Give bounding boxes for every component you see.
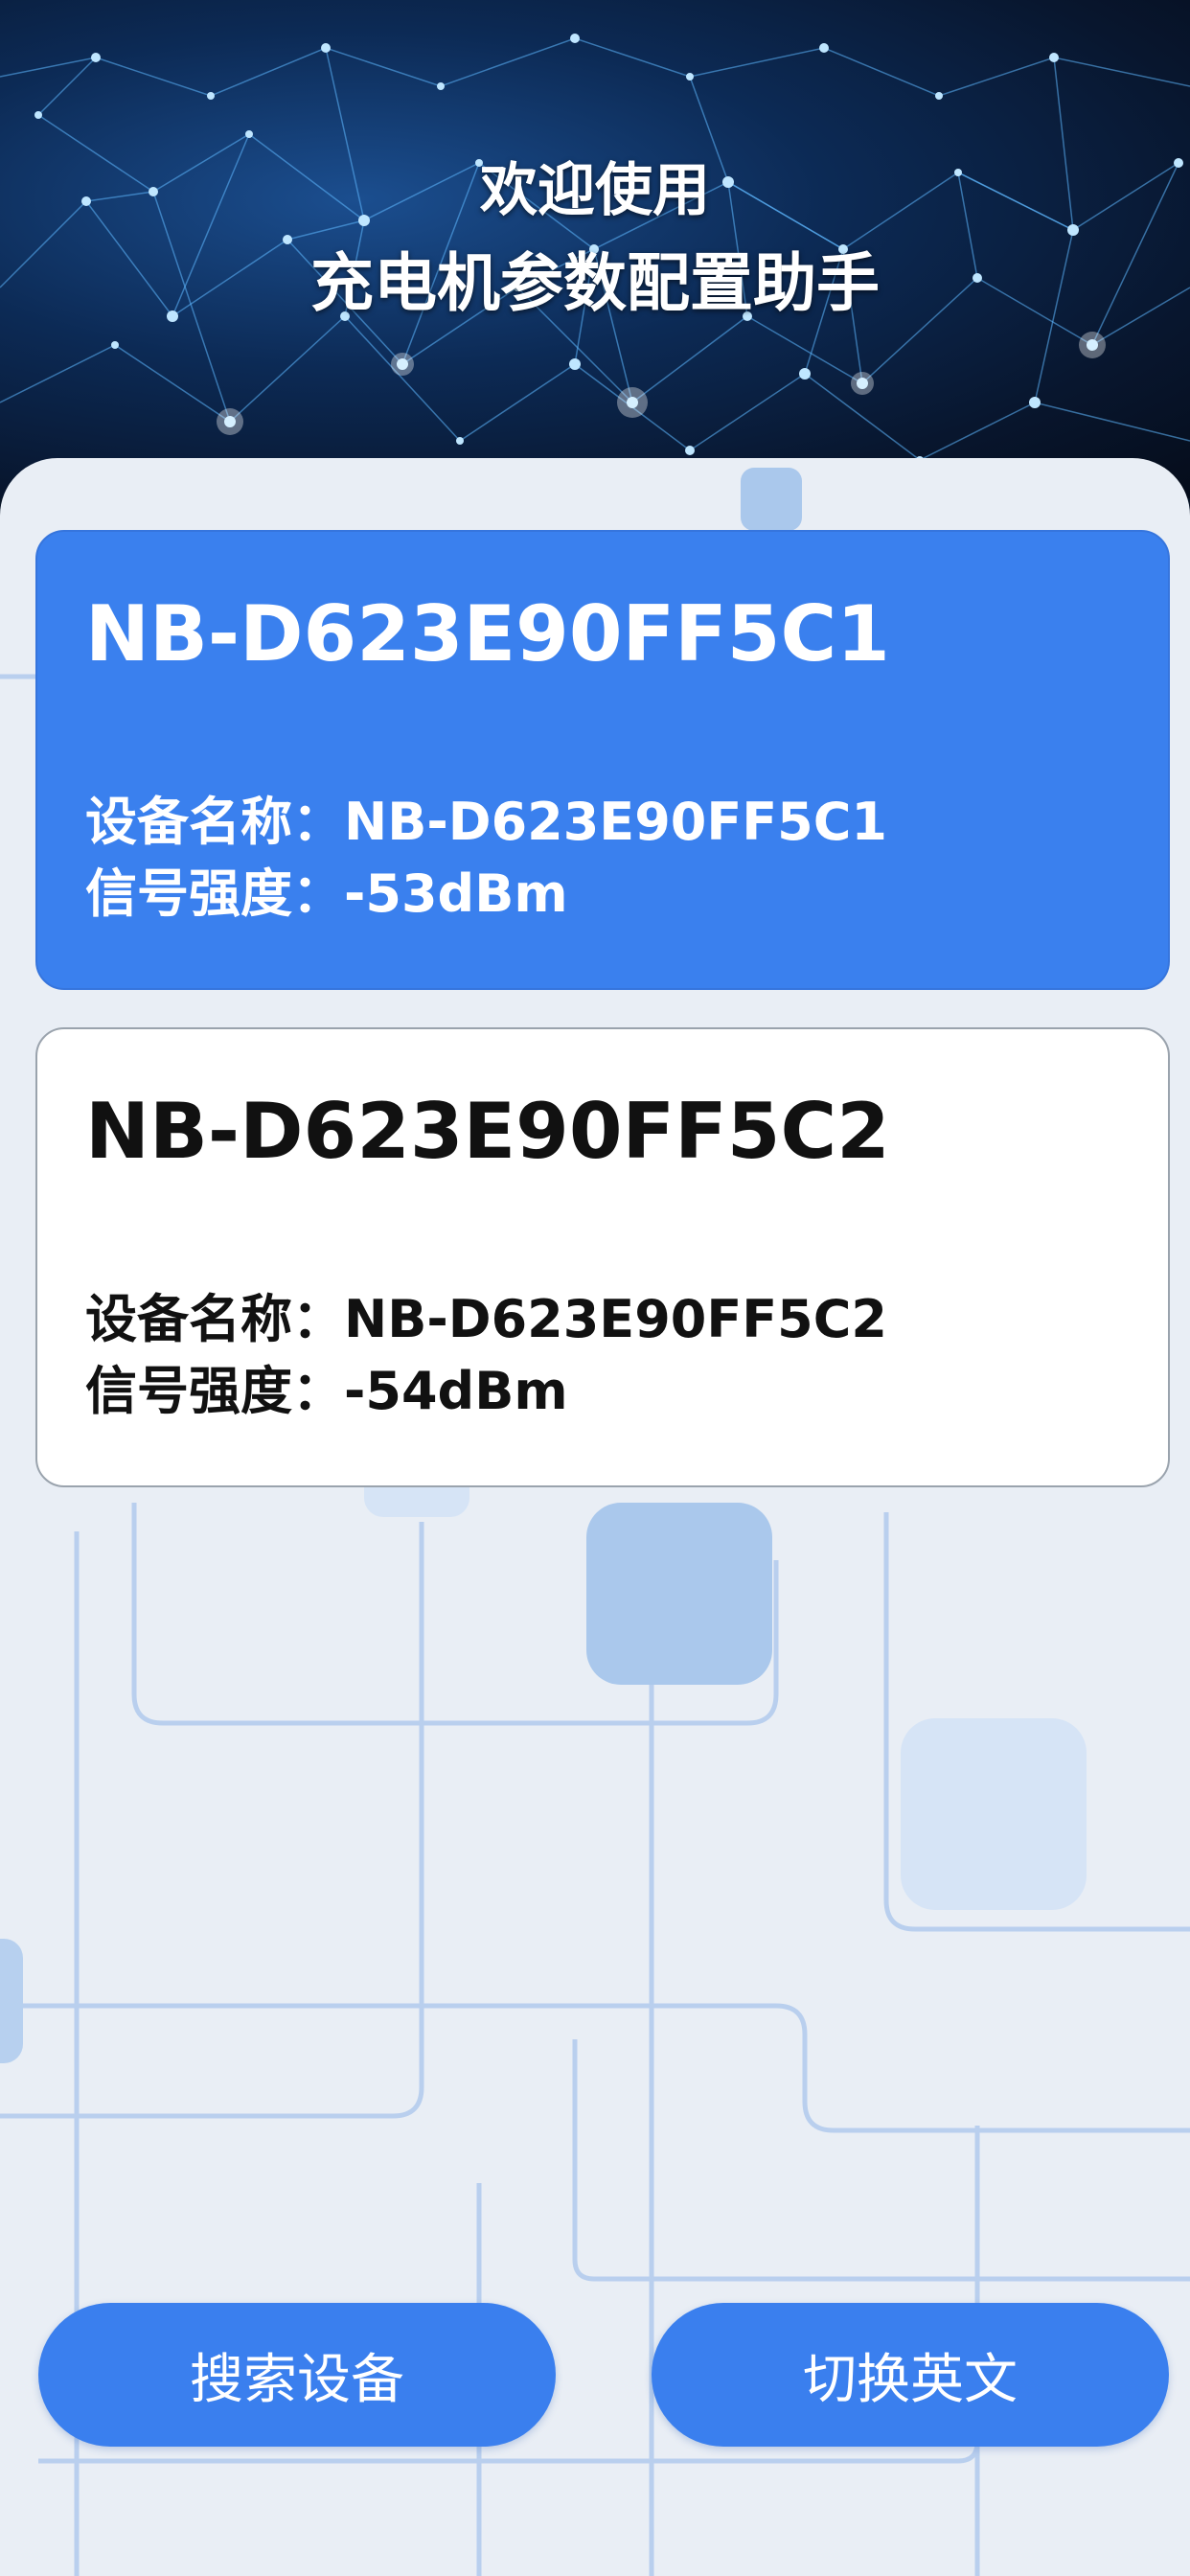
device-card-1[interactable]: NB-D623E90FF5C1 设备名称：NB-D623E90FF5C1 信号强…	[35, 530, 1170, 990]
signal-strength-row: 信号强度：-54dBm	[85, 1348, 568, 1424]
device-name-value: NB-D623E90FF5C2	[344, 1289, 887, 1349]
search-devices-button[interactable]: 搜索设备	[38, 2303, 556, 2447]
signal-strength-label: 信号强度：	[85, 1361, 344, 1421]
device-title: NB-D623E90FF5C2	[85, 1087, 890, 1176]
signal-strength-value: -53dBm	[344, 863, 568, 924]
app-title: 充电机参数配置助手	[310, 246, 880, 320]
switch-language-button[interactable]: 切换英文	[652, 2303, 1169, 2447]
device-name-row: 设备名称：NB-D623E90FF5C1	[85, 779, 887, 855]
device-name-value: NB-D623E90FF5C1	[344, 792, 887, 852]
device-name-label: 设备名称：	[85, 1289, 344, 1349]
device-title: NB-D623E90FF5C1	[85, 589, 890, 678]
welcome-text: 欢迎使用	[480, 157, 710, 224]
signal-strength-row: 信号强度：-53dBm	[85, 851, 568, 927]
device-card-2[interactable]: NB-D623E90FF5C2 设备名称：NB-D623E90FF5C2 信号强…	[35, 1027, 1170, 1487]
device-name-row: 设备名称：NB-D623E90FF5C2	[85, 1276, 887, 1352]
device-list-panel: NB-D623E90FF5C1 设备名称：NB-D623E90FF5C1 信号强…	[0, 458, 1190, 2576]
device-name-label: 设备名称：	[85, 792, 344, 852]
header-banner: 欢迎使用 充电机参数配置助手	[0, 0, 1190, 498]
signal-strength-value: -54dBm	[344, 1361, 568, 1421]
app-screen: 欢迎使用 充电机参数配置助手 NB-D623E90FF5C1 设备名称：NB-D…	[0, 0, 1190, 2576]
signal-strength-label: 信号强度：	[85, 863, 344, 924]
